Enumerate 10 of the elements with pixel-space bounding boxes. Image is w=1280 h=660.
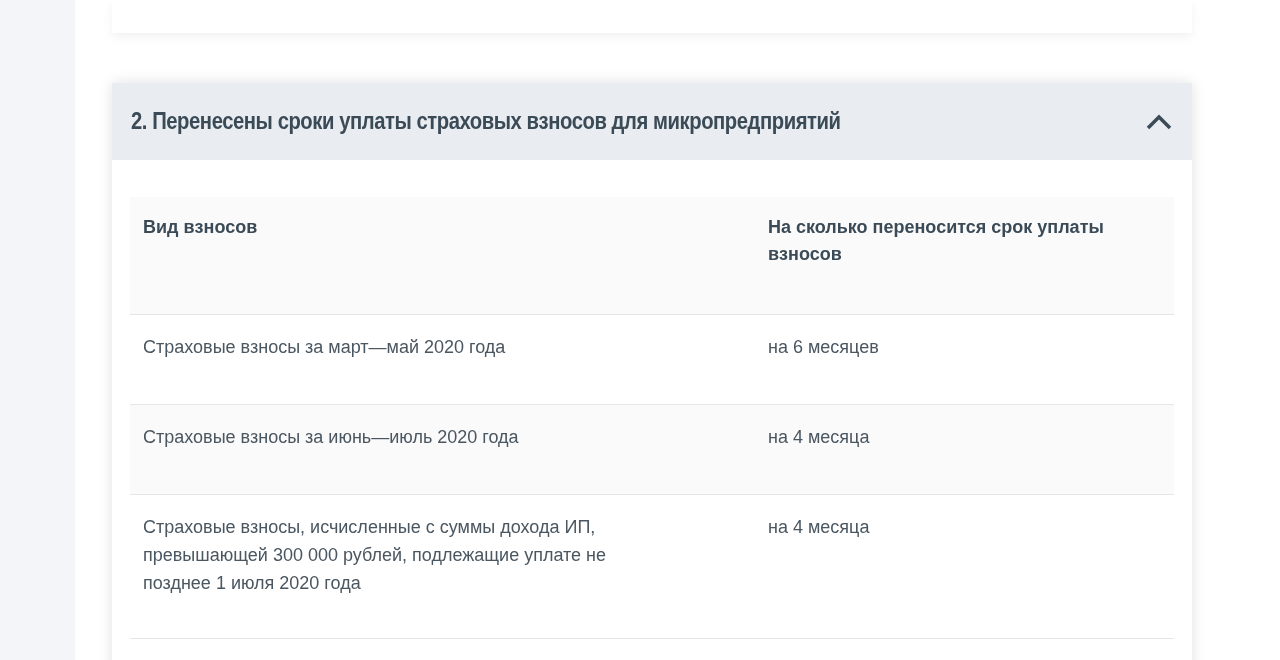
table-cell: на 6 месяцев <box>755 314 1174 405</box>
column-header: На сколько переносится срок уплаты взносов <box>755 197 1174 315</box>
table-cell: Страховые взносы, исчисленные с суммы дохода ИП, превышающей 300 000 рублей, подлежащие уплате не позднее 1 июля 2020 года <box>130 494 755 639</box>
section-title: 2. Перенесены сроки уплаты страховых взносов для микропредприятий <box>131 107 841 137</box>
table-cell: Страховые взносы за март—май 2020 года <box>130 314 755 405</box>
table-cell: на 4 месяца <box>755 494 1174 639</box>
table-cell: Страховые взносы за июнь—июль 2020 года <box>130 404 755 495</box>
column-header: Вид взносов <box>130 197 755 315</box>
accordion-header[interactable]: 2. Перенесены сроки уплаты страховых взносов для микропредприятий <box>112 83 1192 160</box>
table-cell: на 4 месяца <box>755 404 1174 495</box>
